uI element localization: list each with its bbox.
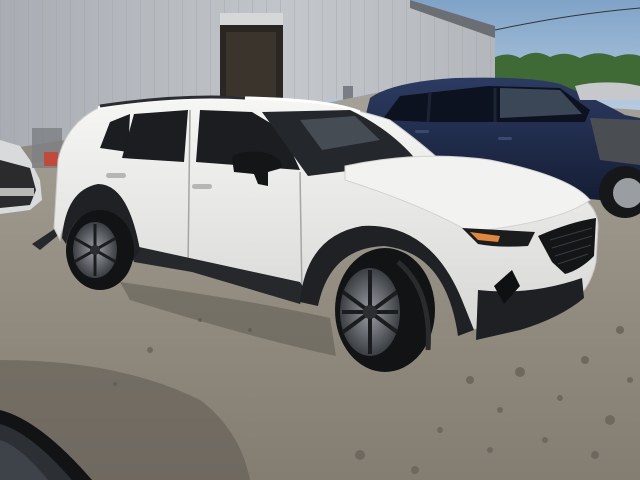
white-suv-rear-door-handle — [106, 173, 126, 178]
photo-scene — [0, 0, 640, 480]
photo-canvas — [0, 0, 640, 480]
white-suv-front-wheel — [335, 248, 435, 372]
white-suv-front-door-handle — [192, 184, 212, 189]
distant-car — [575, 82, 640, 100]
white-suv-rear-wheel — [66, 210, 134, 290]
